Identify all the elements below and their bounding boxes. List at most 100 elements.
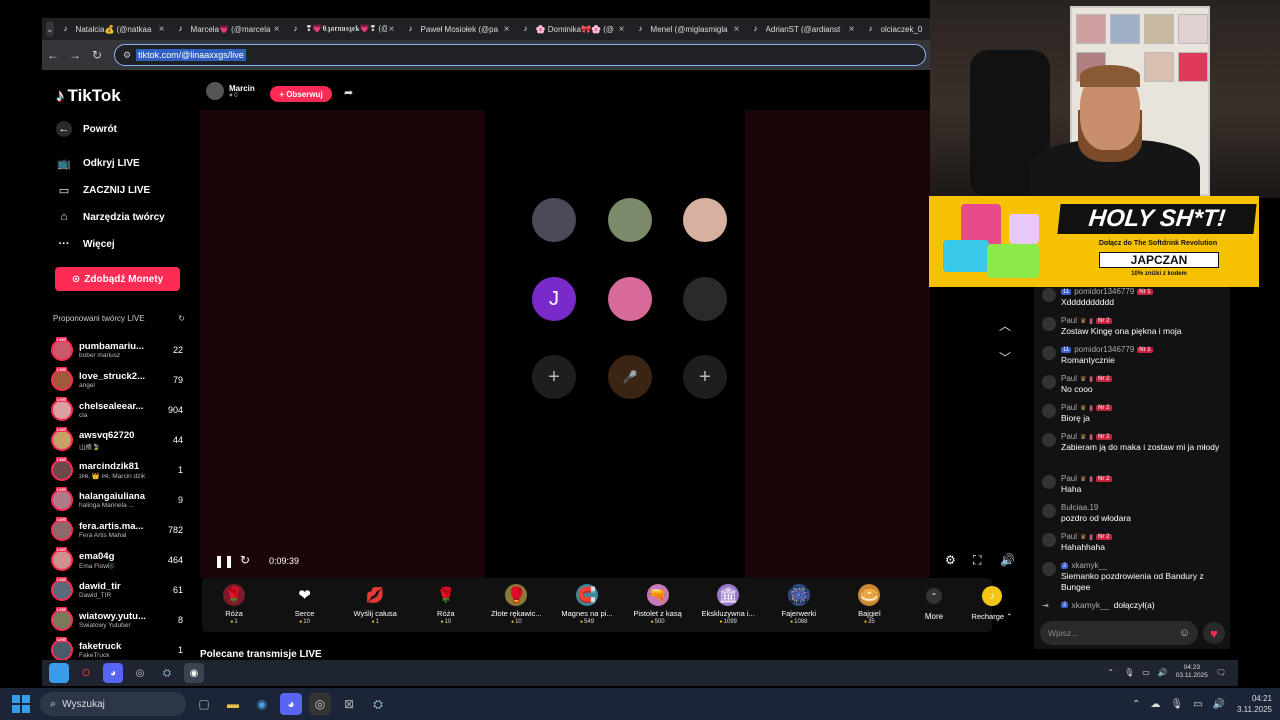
like-heart-button[interactable]: ♥ — [1203, 622, 1225, 644]
gift-item[interactable]: 🥯 Bajgiel35 — [835, 578, 903, 632]
gift-item[interactable]: 🧲 Magnes na pi...549 — [553, 578, 621, 632]
chat-avatar[interactable] — [1042, 504, 1056, 518]
gift-item[interactable]: 🔫 Pistolet z kasą500 — [624, 578, 692, 632]
tray-chevron-icon[interactable]: ⌃ — [1132, 699, 1140, 710]
gift-item[interactable]: 💋 Wyślij całusa1 — [341, 578, 409, 632]
site-info-icon[interactable]: ⚙ — [123, 50, 131, 61]
monitor-icon[interactable]: ▭ — [1193, 699, 1202, 710]
suggested-creator[interactable]: LIVE chelsealeear... cla 904 — [51, 396, 183, 424]
close-tab-icon[interactable]: × — [272, 24, 282, 35]
guest-seat-avatar[interactable] — [608, 198, 652, 242]
close-tab-icon[interactable]: × — [617, 24, 627, 35]
browser-tab[interactable]: ♪ Marcela💗 (@marcela × — [173, 19, 288, 39]
mic-icon[interactable]: 🎙 — [1170, 699, 1183, 710]
chat-username[interactable]: pomidor1346779 — [1074, 345, 1134, 354]
chat-avatar[interactable] — [1042, 288, 1056, 302]
add-guest-icon[interactable]: + — [532, 355, 576, 399]
chat-username[interactable]: Paul — [1061, 532, 1077, 541]
volume-icon[interactable]: 🔊 — [1213, 699, 1225, 710]
suggested-creator[interactable]: LIVE love_struck2... angel 79 — [51, 366, 183, 394]
video-player[interactable]: J + 🎤 + — [200, 110, 930, 578]
taskbar-clock[interactable]: 04:21 3.11.2025 — [1237, 693, 1272, 715]
nav-creator-tools[interactable]: ⌂ Narzędzia twórcy — [56, 209, 165, 225]
nav-more[interactable]: ··· Więcej — [56, 236, 115, 252]
volume-icon[interactable]: 🔊 — [1158, 668, 1168, 677]
steam-icon[interactable]: ⛭ — [157, 663, 177, 683]
chat-avatar[interactable] — [1042, 562, 1056, 576]
volume-icon[interactable]: 🔊 — [1000, 553, 1015, 567]
nav-back[interactable]: ← Powrót — [56, 121, 117, 137]
browser-tab[interactable]: ♪ Menel (@miglasmigla × — [633, 19, 748, 39]
chevron-up-icon[interactable]: ︿ — [999, 317, 1011, 334]
browser-tab[interactable]: ♪ Natalcia💰 (@natkaa × — [58, 19, 173, 39]
fullscreen-icon[interactable]: ⛶ — [973, 553, 981, 568]
nav-discover-live[interactable]: 📺 Odkryj LIVE — [56, 155, 140, 171]
gift-item[interactable]: 🎆 Fajerwerki1088 — [765, 578, 833, 632]
browser-tab[interactable]: ♪ 🌸 Dominika🎀🌸 (@ × — [518, 19, 633, 39]
task-view-icon[interactable]: ▢ — [193, 693, 215, 715]
steam-icon[interactable]: ⛭ — [367, 693, 389, 715]
close-tab-icon[interactable]: × — [387, 24, 397, 35]
guest-seat-letter-avatar[interactable]: J — [532, 277, 576, 321]
more-gifts-button[interactable]: ⌃ More — [916, 578, 952, 632]
chat-username[interactable]: Paul — [1061, 374, 1077, 383]
chat-avatar[interactable] — [1042, 433, 1056, 447]
suggested-creator[interactable]: LIVE halangaiuliana halinga Marinela ... 9 — [51, 486, 183, 514]
gift-item[interactable]: 🌹 Róża10 — [412, 578, 480, 632]
chat-username[interactable]: Paul — [1061, 474, 1077, 483]
obs-icon[interactable]: ◎ — [309, 693, 331, 715]
discord-icon[interactable]: ◕ — [280, 693, 302, 715]
forward-icon[interactable]: → — [64, 48, 86, 62]
close-tab-icon[interactable]: × — [732, 24, 742, 35]
settings-icon[interactable]: ⚙ — [945, 553, 956, 567]
chat-avatar[interactable] — [1042, 404, 1056, 418]
chevron-down-icon[interactable]: ﹀ — [999, 349, 1011, 366]
chat-username[interactable]: Paul — [1061, 316, 1077, 325]
browser-tab[interactable]: ♪ AdrianST (@ardianst × — [748, 19, 863, 39]
refresh-icon[interactable]: ↻ — [178, 314, 185, 323]
guest-seat-avatar[interactable] — [532, 198, 576, 242]
suggested-creator[interactable]: LIVE ema04g Ema Flow🎼 464 — [51, 546, 183, 574]
suggested-creator[interactable]: LIVE fera.artis.ma... Fera Artis Mahal 782 — [51, 516, 183, 544]
chrome-icon[interactable]: ◉ — [184, 663, 204, 683]
chrome-icon[interactable]: ◉ — [251, 693, 273, 715]
add-guest-icon[interactable]: + — [683, 355, 727, 399]
suggested-creator[interactable]: LIVE wiatowy.yutu... Światowy Yutuber 8 — [51, 606, 183, 634]
emoji-icon[interactable]: ☺ — [1179, 627, 1190, 639]
share-icon[interactable]: ➦ — [344, 86, 353, 99]
taskbar-search[interactable]: ⌕ Wyszukaj — [40, 692, 186, 716]
tray-chevron-icon[interactable]: ⌃ — [1107, 668, 1114, 677]
address-bar[interactable]: ⚙ tiktok.com/@linaaxxgs/live — [114, 44, 926, 66]
guest-seat-avatar[interactable] — [608, 277, 652, 321]
mic-icon[interactable]: 🎙 — [1124, 668, 1134, 677]
windows-start-icon[interactable] — [49, 663, 69, 683]
refresh-stream-icon[interactable]: ↻ — [240, 553, 250, 567]
gift-item[interactable]: 🏛 Ekskluzywna i...1099 — [694, 578, 762, 632]
browser-tab[interactable]: ♪ Paweł Mosiołek (@pa × — [403, 19, 518, 39]
recharge-button[interactable]: ♪ Recharge ⌃ — [966, 578, 1018, 632]
suggested-creator[interactable]: LIVE marcindzik81 ɪᴘʀ. 👑 ᴘʀ. Marcin dzik 1 — [51, 456, 183, 484]
pause-icon[interactable]: ❚❚ — [214, 554, 234, 568]
chat-input[interactable]: Wpisz... ☺ — [1040, 621, 1198, 645]
browser-tab[interactable]: ♪ ❣💗𝕮𝖟𝖆𝖗𝖓𝖚𝖘𝖟𝖊𝖐💗❣ (@ × — [288, 19, 403, 39]
back-icon[interactable]: ← — [42, 48, 64, 62]
close-tab-icon[interactable]: × — [502, 24, 512, 35]
get-coins-button[interactable]: ⊙ Zdobądź Monety — [55, 267, 180, 291]
suggested-creator[interactable]: LIVE pumbamariu... bober mariusz 22 — [51, 336, 183, 364]
notification-icon[interactable]: 🗨 — [1216, 668, 1226, 677]
chat-avatar[interactable] — [1042, 317, 1056, 331]
tab-search-icon[interactable]: ⌄ — [46, 21, 54, 37]
suggested-creator[interactable]: LIVE dawid_tir Dawid_TIR 61 — [51, 576, 183, 604]
close-tab-icon[interactable]: × — [157, 24, 167, 35]
obs-icon[interactable]: ◎ — [130, 663, 150, 683]
chat-avatar[interactable] — [1042, 475, 1056, 489]
host-info[interactable]: Marcin ♥ 0 — [206, 82, 255, 100]
guest-seat-avatar[interactable] — [683, 198, 727, 242]
gift-item[interactable]: ❤ Serce10 — [271, 578, 339, 632]
chat-avatar[interactable] — [1042, 375, 1056, 389]
windows-start-icon[interactable] — [12, 695, 30, 713]
close-tab-icon[interactable]: × — [847, 24, 857, 35]
reload-icon[interactable]: ↻ — [86, 48, 108, 62]
chat-username[interactable]: Paul — [1061, 432, 1077, 441]
file-explorer-icon[interactable]: ▬ — [222, 693, 244, 715]
